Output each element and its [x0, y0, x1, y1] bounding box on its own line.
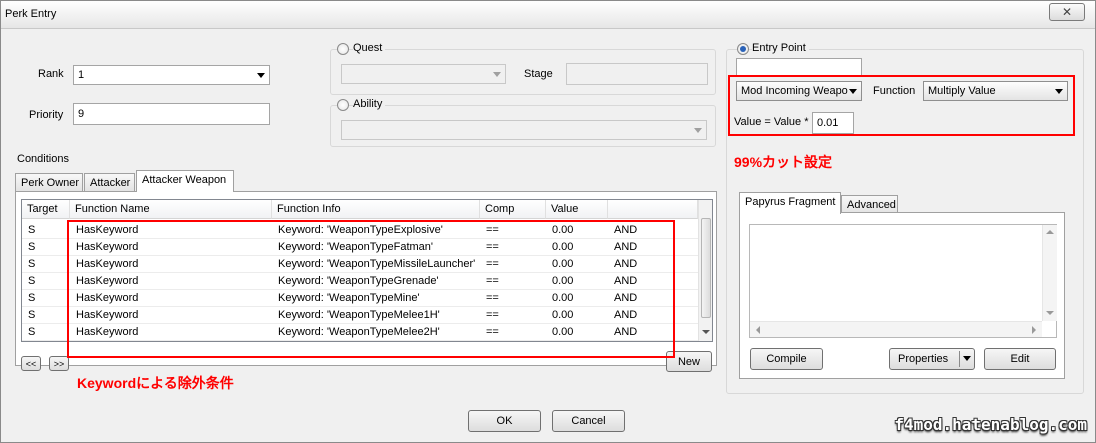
rank-label: Rank [38, 68, 64, 80]
chevron-down-icon [694, 128, 702, 133]
watermark: f4mod.hatenablog.com [894, 415, 1087, 434]
cancel-button[interactable]: Cancel [552, 410, 625, 432]
tab-attacker[interactable]: Attacker [84, 173, 135, 192]
close-icon: ✕ [1061, 5, 1073, 19]
row-target: S [28, 292, 36, 304]
entry-point-radio[interactable] [737, 43, 749, 55]
tab-attacker-weapon[interactable]: Attacker Weapon [136, 170, 234, 192]
papyrus-editor[interactable] [749, 224, 1057, 338]
column-header-target[interactable]: Target [22, 200, 70, 219]
ability-label: Ability [353, 98, 386, 110]
quest-dropdown[interactable] [341, 64, 506, 84]
window-title: Perk Entry [5, 8, 57, 20]
tab-perk-owner[interactable]: Perk Owner [15, 173, 83, 192]
row-target: S [28, 275, 36, 287]
column-header-comp[interactable]: Comp [480, 200, 546, 219]
ok-button[interactable]: OK [468, 410, 541, 432]
title-bar: Perk Entry ✕ [1, 1, 1095, 29]
scroll-up-icon[interactable] [1046, 230, 1054, 234]
conditions-label: Conditions [17, 153, 69, 165]
priority-value: 9 [78, 108, 85, 120]
row-target: S [28, 241, 36, 253]
editor-hscroll[interactable] [750, 321, 1042, 337]
row-target: S [28, 326, 36, 338]
ability-radio[interactable] [337, 99, 349, 111]
scroll-down-icon[interactable] [1046, 311, 1054, 315]
keyword-annotation: Keywordによる除外条件 [77, 375, 234, 391]
quest-label: Quest [353, 42, 386, 54]
perk-entry-window: Perk Entry ✕ Rank 1 Priority 9 Quest Sta… [0, 0, 1096, 443]
close-button[interactable]: ✕ [1049, 3, 1085, 21]
chevron-down-icon[interactable] [963, 356, 971, 361]
column-header-extra[interactable] [608, 200, 698, 219]
split-divider [959, 351, 960, 367]
entry-point-label: Entry Point [752, 42, 809, 54]
scroll-right-icon[interactable] [1032, 326, 1036, 334]
editor-vscroll[interactable] [1042, 225, 1057, 321]
edit-button[interactable]: Edit [984, 348, 1056, 370]
priority-input[interactable]: 9 [73, 103, 270, 125]
rank-value: 1 [78, 69, 85, 81]
column-header-function-name[interactable]: Function Name [70, 200, 272, 219]
prev-button[interactable]: << [21, 356, 41, 371]
rank-dropdown[interactable]: 1 [73, 65, 270, 85]
column-header-function-info[interactable]: Function Info [272, 200, 480, 219]
stage-label: Stage [524, 68, 553, 80]
chevron-down-icon [257, 73, 265, 78]
tab-papyrus-fragment[interactable]: Papyrus Fragment [739, 192, 841, 214]
next-button[interactable]: >> [49, 356, 69, 371]
keyword-highlight-box [67, 220, 675, 358]
row-target: S [28, 224, 36, 236]
properties-label: Properties [898, 353, 949, 365]
chevron-down-icon [493, 72, 501, 77]
conditions-scrollbar[interactable] [698, 200, 712, 341]
quest-radio[interactable] [337, 43, 349, 55]
cut-annotation: 99%カット設定 [734, 154, 833, 170]
priority-label: Priority [29, 109, 64, 121]
compile-button[interactable]: Compile [750, 348, 823, 370]
row-target: S [28, 309, 36, 321]
row-target: S [28, 258, 36, 270]
properties-button[interactable]: Properties [889, 348, 975, 370]
stage-input[interactable] [566, 63, 708, 85]
entry-point-highlight-box [728, 75, 1075, 136]
column-header-value[interactable]: Value [546, 200, 608, 219]
scroll-down-icon[interactable] [702, 330, 710, 334]
scroll-left-icon[interactable] [756, 326, 760, 334]
scroll-thumb[interactable] [701, 218, 711, 318]
ability-dropdown[interactable] [341, 120, 707, 140]
